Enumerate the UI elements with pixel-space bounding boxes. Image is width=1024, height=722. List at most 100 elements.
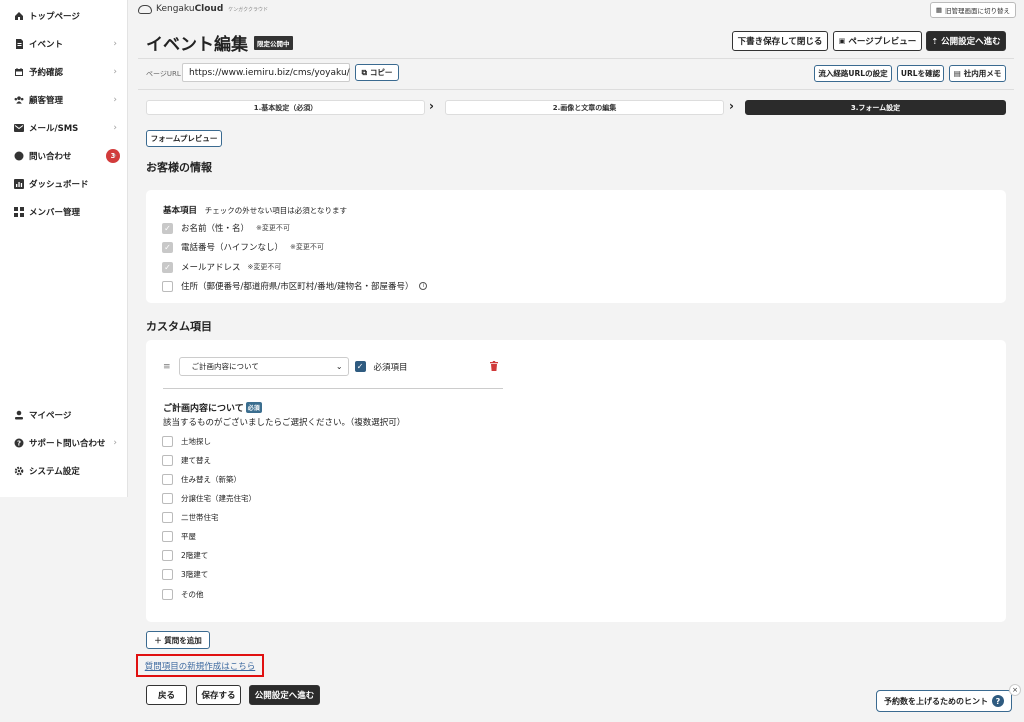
copy-icon: ⧉: [361, 67, 367, 77]
option-item[interactable]: 住み替え（新築）: [162, 474, 241, 485]
step-label: 1.基本設定（必須）: [253, 103, 318, 112]
switch-old-admin-button[interactable]: ▦ 旧管理画面に切り替え: [929, 2, 1016, 18]
help-icon: ?: [14, 438, 24, 448]
step-form[interactable]: 3.フォーム設定: [745, 100, 1006, 115]
step-basic[interactable]: 1.基本設定（必須）: [146, 100, 425, 115]
document-icon: [14, 39, 24, 49]
page-url-field[interactable]: https://www.iemiru.biz/cms/yoyaku/: [182, 63, 350, 82]
sidebar: トップページ イベント › 予約確認 › 顧客管理 › メール/SMS › 問い…: [0, 0, 128, 497]
sidebar-item-label: マイページ: [29, 411, 72, 421]
publish-settings-button[interactable]: ⇡ 公開設定へ進む: [926, 31, 1006, 51]
option-checkbox[interactable]: [162, 474, 173, 485]
sidebar-item-label: 問い合わせ: [29, 152, 72, 162]
option-item[interactable]: 2階建て: [162, 550, 208, 561]
option-checkbox[interactable]: [162, 531, 173, 542]
sidebar-item-mypage[interactable]: マイページ: [14, 406, 117, 424]
inflow-url-label: 流入経路URLの設定: [818, 69, 888, 78]
field-address-row[interactable]: 住所（郵便番号/都道府県/市区町村/番地/建物名・部屋番号） i: [162, 280, 428, 292]
save-draft-close-button[interactable]: 下書き保存して閉じる: [732, 31, 828, 51]
sidebar-item-mail[interactable]: メール/SMS ›: [14, 119, 117, 137]
option-item[interactable]: 分譲住宅（建売住宅）: [162, 493, 256, 504]
sidebar-item-label: メンバー管理: [29, 208, 81, 218]
sidebar-item-label: サポート問い合わせ: [29, 439, 106, 449]
option-item[interactable]: その他: [162, 589, 204, 600]
add-question-label: ＋ 質問を追加: [154, 635, 202, 645]
required-checkbox-group[interactable]: ✓ 必須項目: [354, 361, 408, 373]
chevron-right-icon: ›: [113, 151, 117, 161]
users-icon: [14, 95, 24, 105]
field-name-row: ✓ お名前（性・名） ※変更不可: [162, 222, 290, 234]
page-title-text: イベント編集: [146, 35, 248, 55]
close-icon[interactable]: ×: [1009, 684, 1021, 696]
chevron-right-icon: ›: [113, 67, 117, 77]
option-checkbox[interactable]: [162, 550, 173, 561]
field-note: ※変更不可: [247, 263, 282, 271]
save-draft-label: 下書き保存して閉じる: [737, 37, 823, 47]
info-icon[interactable]: i: [419, 282, 428, 290]
back-button[interactable]: 戻る: [146, 685, 187, 705]
option-checkbox[interactable]: [162, 569, 173, 580]
sidebar-item-support[interactable]: ? サポート問い合わせ ›: [14, 434, 117, 452]
option-checkbox[interactable]: [162, 589, 173, 600]
page-title: イベント編集 限定公開中: [146, 30, 293, 55]
sidebar-item-members[interactable]: メンバー管理: [14, 203, 117, 221]
sidebar-item-dashboard[interactable]: ダッシュボード: [14, 175, 117, 193]
option-checkbox[interactable]: [162, 493, 173, 504]
custom-item-select[interactable]: ご計画内容について ⌄: [178, 357, 349, 376]
page-preview-label: ページプレビュー: [848, 37, 917, 47]
internal-memo-label: 社内用メモ: [963, 69, 1002, 78]
option-item[interactable]: 土地探し: [162, 436, 211, 447]
memo-icon: ▤: [953, 69, 961, 78]
option-item[interactable]: 3階建て: [162, 569, 208, 580]
option-label: 分譲住宅（建売住宅）: [181, 494, 256, 503]
required-checkbox[interactable]: ✓: [354, 361, 366, 372]
publish-settings-bottom-button[interactable]: 公開設定へ進む: [249, 685, 320, 705]
step-content[interactable]: 2.画像と文章の編集: [445, 100, 724, 115]
sidebar-item-settings[interactable]: システム設定: [14, 462, 117, 480]
trash-icon[interactable]: [490, 361, 498, 371]
field-label: 電話番号（ハイフンなし）: [181, 243, 284, 253]
svg-text:?: ?: [17, 440, 21, 448]
form-preview-button[interactable]: フォームプレビュー: [146, 130, 222, 147]
sidebar-item-customers[interactable]: 顧客管理 ›: [14, 91, 117, 109]
url-confirm-button[interactable]: URLを確認: [897, 65, 944, 82]
option-item[interactable]: 二世帯住宅: [162, 512, 219, 523]
add-question-button[interactable]: ＋ 質問を追加: [146, 631, 210, 649]
drag-handle-icon[interactable]: ≡: [163, 362, 171, 372]
new-question-link[interactable]: 質問項目の新規作成はこちら: [136, 654, 264, 677]
option-label: 建て替え: [181, 456, 211, 465]
chart-icon: [14, 179, 24, 189]
hint-button[interactable]: 予約数を上げるためのヒント ?: [876, 690, 1012, 712]
checkbox: ✓: [162, 261, 173, 273]
upload-icon: ⇡: [931, 36, 939, 46]
cloud-icon: [138, 4, 152, 14]
option-item[interactable]: 平屋: [162, 531, 196, 542]
question-title-text: ご計画内容について: [163, 404, 244, 414]
internal-memo-button[interactable]: ▤ 社内用メモ: [949, 65, 1006, 82]
url-confirm-label: URLを確認: [900, 69, 941, 78]
page-preview-button[interactable]: ▣ ページプレビュー: [833, 31, 922, 51]
field-phone-row: ✓ 電話番号（ハイフンなし） ※変更不可: [162, 241, 324, 253]
field-label: メールアドレス: [181, 263, 241, 273]
checkbox[interactable]: [162, 280, 173, 292]
help-icon: ?: [992, 695, 1004, 707]
copy-button[interactable]: ⧉ コピー: [355, 64, 399, 81]
sidebar-item-inquiry[interactable]: 問い合わせ 3 ›: [14, 147, 120, 165]
custom-items-card: [146, 340, 1006, 622]
sidebar-item-top[interactable]: トップページ: [14, 7, 117, 25]
option-checkbox[interactable]: [162, 512, 173, 523]
app-logo[interactable]: Kengaku Cloud ケンガククラウド: [138, 4, 268, 14]
option-checkbox[interactable]: [162, 436, 173, 447]
checkbox: ✓: [162, 222, 173, 234]
sidebar-item-event[interactable]: イベント ›: [14, 35, 117, 53]
logo-text: Kengaku: [156, 4, 195, 14]
option-item[interactable]: 建て替え: [162, 455, 211, 466]
field-note: ※変更不可: [290, 243, 324, 251]
inflow-url-button[interactable]: 流入経路URLの設定: [814, 65, 892, 82]
save-button[interactable]: 保存する: [196, 685, 241, 705]
hint-label: 予約数を上げるためのヒント: [884, 696, 988, 706]
required-label: 必須項目: [373, 362, 408, 373]
sidebar-item-reservation[interactable]: 予約確認 ›: [14, 63, 117, 81]
sidebar-item-label: メール/SMS: [29, 124, 79, 134]
option-checkbox[interactable]: [162, 455, 173, 466]
